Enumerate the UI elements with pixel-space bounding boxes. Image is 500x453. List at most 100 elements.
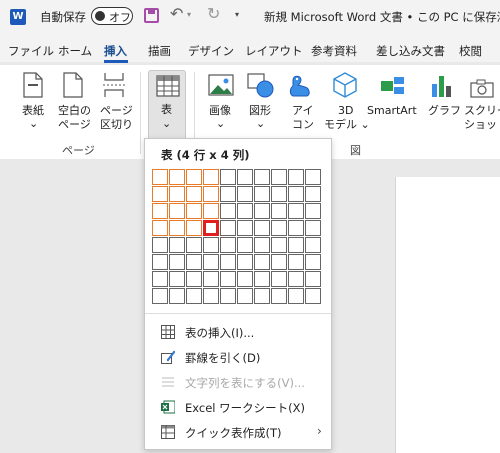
grid-cell[interactable]: [169, 271, 185, 287]
grid-cell[interactable]: [152, 271, 168, 287]
undo-dropdown-icon[interactable]: ▾: [187, 10, 191, 19]
grid-cell[interactable]: [237, 203, 253, 219]
grid-cell[interactable]: [152, 186, 168, 202]
customize-qat-icon[interactable]: ▾: [235, 10, 239, 19]
grid-cell[interactable]: [220, 288, 236, 304]
grid-cell[interactable]: [271, 186, 287, 202]
menu-excel-worksheet[interactable]: Excel ワークシート(X): [145, 395, 331, 419]
grid-cell[interactable]: [152, 254, 168, 270]
grid-cell[interactable]: [203, 288, 219, 304]
grid-cell[interactable]: [203, 254, 219, 270]
autosave-toggle[interactable]: オフ: [91, 7, 133, 25]
grid-cell[interactable]: [237, 271, 253, 287]
grid-cell[interactable]: [203, 169, 219, 185]
menu-draw-table[interactable]: 罫線を引く(D): [145, 345, 331, 369]
grid-cell[interactable]: [254, 271, 270, 287]
grid-cell[interactable]: [220, 254, 236, 270]
grid-cell[interactable]: [152, 220, 168, 236]
grid-cell[interactable]: [271, 254, 287, 270]
menu-insert-table[interactable]: 表の挿入(I)...: [145, 320, 331, 344]
grid-cell[interactable]: [271, 237, 287, 253]
grid-cell[interactable]: [186, 220, 202, 236]
grid-cell[interactable]: [288, 254, 304, 270]
grid-cell[interactable]: [220, 169, 236, 185]
grid-cell[interactable]: [152, 237, 168, 253]
grid-cell[interactable]: [305, 220, 321, 236]
grid-cell[interactable]: [288, 203, 304, 219]
table-grid-picker[interactable]: [152, 169, 324, 307]
grid-cell[interactable]: [203, 186, 219, 202]
grid-cell[interactable]: [288, 186, 304, 202]
grid-cell[interactable]: [254, 220, 270, 236]
grid-cell[interactable]: [203, 237, 219, 253]
grid-cell[interactable]: [288, 169, 304, 185]
grid-cell[interactable]: [186, 186, 202, 202]
grid-cell[interactable]: [271, 203, 287, 219]
table-button[interactable]: 表 ⌄: [148, 70, 186, 140]
grid-cell[interactable]: [237, 186, 253, 202]
grid-cell[interactable]: [305, 237, 321, 253]
grid-cell[interactable]: [305, 288, 321, 304]
grid-cell[interactable]: [203, 203, 219, 219]
grid-cell[interactable]: [186, 237, 202, 253]
grid-cell[interactable]: [220, 186, 236, 202]
grid-cell[interactable]: [152, 288, 168, 304]
grid-cell[interactable]: [288, 288, 304, 304]
grid-cell-hovered[interactable]: [203, 220, 219, 236]
tab-draw[interactable]: 描画: [148, 43, 171, 59]
tab-mailings[interactable]: 差し込み文書: [376, 43, 445, 59]
grid-cell[interactable]: [305, 186, 321, 202]
tab-design[interactable]: デザイン: [188, 43, 234, 59]
grid-cell[interactable]: [254, 254, 270, 270]
grid-cell[interactable]: [220, 271, 236, 287]
grid-cell[interactable]: [254, 186, 270, 202]
grid-cell[interactable]: [288, 237, 304, 253]
document-page[interactable]: [395, 177, 500, 453]
grid-cell[interactable]: [152, 203, 168, 219]
grid-cell[interactable]: [305, 271, 321, 287]
grid-cell[interactable]: [305, 169, 321, 185]
grid-cell[interactable]: [305, 254, 321, 270]
grid-cell[interactable]: [288, 271, 304, 287]
grid-cell[interactable]: [288, 220, 304, 236]
grid-cell[interactable]: [254, 288, 270, 304]
menu-quick-tables[interactable]: クイック表作成(T) ›: [145, 420, 331, 444]
grid-cell[interactable]: [220, 203, 236, 219]
grid-cell[interactable]: [169, 220, 185, 236]
grid-cell[interactable]: [237, 169, 253, 185]
grid-cell[interactable]: [254, 203, 270, 219]
undo-icon[interactable]: ↶: [170, 4, 183, 23]
grid-cell[interactable]: [254, 169, 270, 185]
grid-cell[interactable]: [169, 288, 185, 304]
save-icon[interactable]: [144, 8, 159, 23]
grid-cell[interactable]: [169, 237, 185, 253]
grid-cell[interactable]: [237, 254, 253, 270]
grid-cell[interactable]: [220, 220, 236, 236]
grid-cell[interactable]: [271, 220, 287, 236]
tab-layout[interactable]: レイアウト: [245, 43, 303, 59]
grid-cell[interactable]: [186, 169, 202, 185]
grid-cell[interactable]: [237, 288, 253, 304]
grid-cell[interactable]: [186, 288, 202, 304]
tab-review[interactable]: 校閲: [459, 43, 482, 59]
tab-insert[interactable]: 挿入: [104, 43, 127, 59]
grid-cell[interactable]: [237, 220, 253, 236]
grid-cell[interactable]: [271, 169, 287, 185]
grid-cell[interactable]: [186, 271, 202, 287]
grid-cell[interactable]: [169, 186, 185, 202]
grid-cell[interactable]: [169, 203, 185, 219]
tab-file[interactable]: ファイル: [8, 43, 54, 59]
grid-cell[interactable]: [237, 237, 253, 253]
grid-cell[interactable]: [169, 254, 185, 270]
grid-cell[interactable]: [305, 203, 321, 219]
grid-cell[interactable]: [271, 271, 287, 287]
grid-cell[interactable]: [271, 288, 287, 304]
grid-cell[interactable]: [152, 169, 168, 185]
grid-cell[interactable]: [254, 237, 270, 253]
grid-cell[interactable]: [203, 271, 219, 287]
grid-cell[interactable]: [186, 254, 202, 270]
grid-cell[interactable]: [220, 237, 236, 253]
redo-icon[interactable]: ↻: [207, 4, 220, 23]
grid-cell[interactable]: [169, 169, 185, 185]
tab-home[interactable]: ホーム: [58, 43, 92, 59]
